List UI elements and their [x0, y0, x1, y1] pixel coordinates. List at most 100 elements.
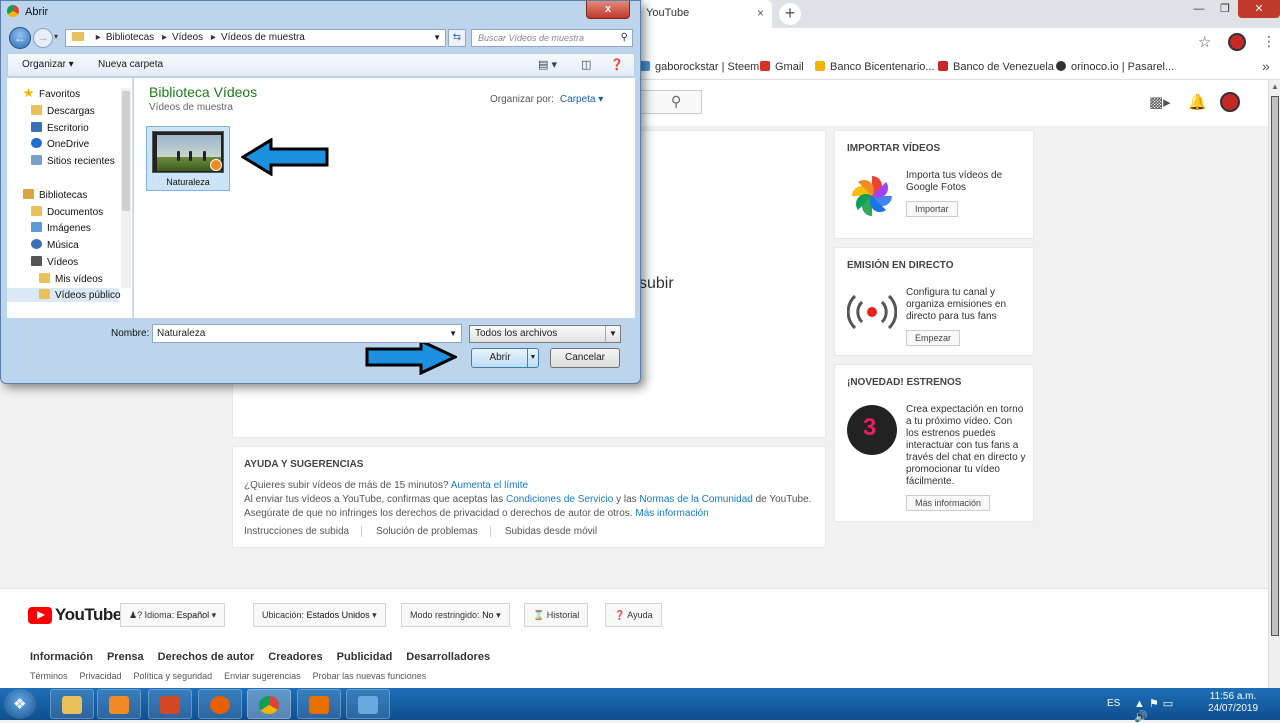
youtube-logo[interactable]: YouTube — [28, 605, 122, 625]
close-window-icon[interactable]: ✕ — [1238, 0, 1280, 18]
increase-limit-link[interactable]: Aumenta el límite — [451, 480, 528, 491]
notifications-bell-icon[interactable]: 🔔 — [1188, 93, 1207, 111]
bookmark-orinoco[interactable]: orinoco.io | Pasarel... — [1056, 61, 1174, 73]
more-info-link[interactable]: Más información — [635, 508, 708, 519]
start-button[interactable]: ❖ — [4, 689, 36, 719]
mobile-uploads-link[interactable]: Subidas desde móvil — [505, 526, 609, 537]
nav-scrollbar[interactable] — [121, 88, 131, 288]
arrange-by-dropdown[interactable]: Carpeta ▾ — [560, 94, 603, 105]
start-button[interactable]: Empezar — [906, 330, 961, 346]
browser-menu-icon[interactable]: ⋮ — [1262, 33, 1276, 50]
nav-item-musica[interactable]: Música — [31, 239, 79, 251]
footer-link[interactable]: Probar las nuevas funciones — [313, 671, 427, 681]
chevron-down-icon[interactable]: ▼ — [605, 326, 620, 342]
location-button[interactable]: Ubicación: Estados Unidos ▾ — [253, 603, 386, 627]
footer-link[interactable]: Privacidad — [80, 671, 122, 681]
footer-link[interactable]: Derechos de autor — [158, 651, 255, 663]
forward-button[interactable]: → — [33, 28, 53, 48]
nav-item-sitios-recientes[interactable]: Sitios recientes — [31, 155, 115, 167]
restricted-mode-button[interactable]: Modo restringido: No ▾ — [401, 603, 510, 627]
filename-input[interactable]: Naturaleza ▼ — [152, 324, 462, 343]
preview-pane-icon[interactable]: ◫ — [581, 58, 591, 71]
troubleshooting-link[interactable]: Solución de problemas — [376, 526, 491, 537]
bookmark-banco-venezuela[interactable]: Banco de Venezuela — [938, 61, 1054, 73]
nav-item-onedrive[interactable]: OneDrive — [31, 138, 89, 150]
breadcrumb[interactable]: ▸ Bibliotecas ▸ Vídeos ▸ Vídeos de muestra … — [65, 29, 446, 47]
breadcrumb-item[interactable]: Vídeos de muestra — [221, 32, 305, 43]
footer-link[interactable]: Creadores — [268, 651, 322, 663]
taskbar-firefox[interactable] — [198, 689, 242, 719]
bookmark-star-icon[interactable]: ☆ — [1198, 33, 1211, 51]
taskbar-paint[interactable] — [346, 689, 390, 719]
scroll-up-icon[interactable]: ▲ — [1271, 82, 1279, 91]
language-indicator[interactable]: ES — [1107, 698, 1120, 709]
page-scrollbar[interactable]: ▲ — [1268, 80, 1280, 688]
tab-close-icon[interactable]: × — [757, 6, 764, 20]
help-button[interactable]: ❓ Ayuda — [605, 603, 662, 627]
taskbar-powerpoint[interactable] — [148, 689, 192, 719]
footer-link[interactable]: Términos — [30, 671, 68, 681]
open-button[interactable]: Abrir ▼ — [471, 348, 539, 368]
hourglass-icon: ⌛ — [533, 610, 545, 620]
change-view-icon[interactable]: ▤ ▾ — [538, 58, 557, 71]
footer-link[interactable]: Política y seguridad — [134, 671, 213, 681]
taskbar-media-player[interactable] — [97, 689, 141, 719]
new-folder-button[interactable]: Nueva carpeta — [98, 59, 163, 70]
open-options-chevron-icon[interactable]: ▼ — [527, 349, 538, 367]
more-info-button[interactable]: Más información — [906, 495, 991, 511]
create-video-icon[interactable]: ▩▸ — [1149, 93, 1171, 111]
footer-link[interactable]: Enviar sugerencias — [224, 671, 301, 681]
help-icon[interactable]: ❓ — [610, 58, 624, 71]
cancel-button[interactable]: Cancelar — [550, 348, 620, 368]
language-button[interactable]: ♟? Idioma: Español ▾ — [120, 603, 226, 627]
nav-item-mis-videos[interactable]: Mis vídeos — [39, 273, 103, 285]
breadcrumb-item[interactable]: Bibliotecas — [106, 32, 154, 43]
nav-item-imagenes[interactable]: Imágenes — [31, 222, 91, 234]
tab-youtube[interactable]: YouTube × — [640, 0, 772, 28]
taskbar-chrome[interactable] — [247, 689, 291, 719]
search-button[interactable]: ⚲ — [636, 90, 702, 114]
minimize-icon[interactable]: — — [1186, 0, 1212, 18]
chevron-down-icon[interactable]: ▼ — [449, 325, 457, 342]
bookmark-gmail[interactable]: Gmail — [760, 61, 804, 73]
scrollbar-thumb[interactable] — [1271, 96, 1279, 636]
extension-icon[interactable] — [1228, 33, 1246, 51]
footer-link[interactable]: Información — [30, 651, 93, 663]
terms-of-service-link[interactable]: Condiciones de Servicio — [506, 494, 613, 505]
nav-item-bibliotecas[interactable]: Bibliotecas — [23, 189, 87, 201]
avatar[interactable] — [1220, 92, 1240, 112]
clock[interactable]: 11:56 a.m. 24/07/2019 — [1208, 691, 1258, 715]
organize-button[interactable]: Organizar ▾ — [22, 59, 74, 70]
search-input[interactable]: Buscar Vídeos de muestra ⚲ — [471, 29, 633, 47]
restore-icon[interactable]: ❐ — [1212, 0, 1238, 18]
back-button[interactable]: ← — [9, 27, 31, 49]
footer-link[interactable]: Prensa — [107, 651, 144, 663]
chevron-down-icon[interactable]: ▼ — [433, 30, 441, 46]
taskbar-java[interactable] — [297, 689, 341, 719]
nav-item-videos-publicos[interactable]: Vídeos público — [7, 288, 121, 302]
footer-link[interactable]: Publicidad — [337, 651, 393, 663]
tray-icons[interactable]: ▲⚑▭🔊 — [1134, 697, 1177, 723]
bookmark-banco-bicentenario[interactable]: Banco Bicentenario... — [815, 61, 935, 73]
breadcrumb-item[interactable]: Vídeos — [172, 32, 203, 43]
recent-locations-icon[interactable]: ▾ — [54, 32, 58, 41]
file-item-naturaleza[interactable]: Naturaleza — [146, 126, 230, 191]
taskbar-explorer[interactable] — [50, 689, 94, 719]
dialog-close-button[interactable]: x — [586, 1, 630, 19]
nav-item-escritorio[interactable]: Escritorio — [31, 122, 89, 134]
community-guidelines-link[interactable]: Normas de la Comunidad — [639, 494, 752, 505]
nav-item-documentos[interactable]: Documentos — [31, 206, 103, 218]
scrollbar-thumb[interactable] — [122, 91, 130, 211]
new-tab-button[interactable]: + — [779, 3, 801, 25]
bookmark-steem[interactable]: gaborockstar | Steem — [640, 61, 759, 73]
import-button[interactable]: Importar — [906, 201, 958, 217]
refresh-button[interactable]: ⇆ — [448, 29, 466, 47]
footer-link[interactable]: Desarrolladores — [406, 651, 490, 663]
nav-item-descargas[interactable]: Descargas — [31, 105, 95, 117]
nav-item-videos[interactable]: Vídeos — [31, 256, 78, 268]
upload-instructions-link[interactable]: Instrucciones de subida — [244, 526, 363, 537]
more-bookmarks-icon[interactable]: » — [1262, 58, 1270, 74]
nav-item-favoritos[interactable]: Favoritos — [23, 88, 80, 100]
file-type-select[interactable]: Todos los archivos ▼ — [469, 325, 621, 343]
history-button[interactable]: ⌛ Historial — [524, 603, 589, 627]
